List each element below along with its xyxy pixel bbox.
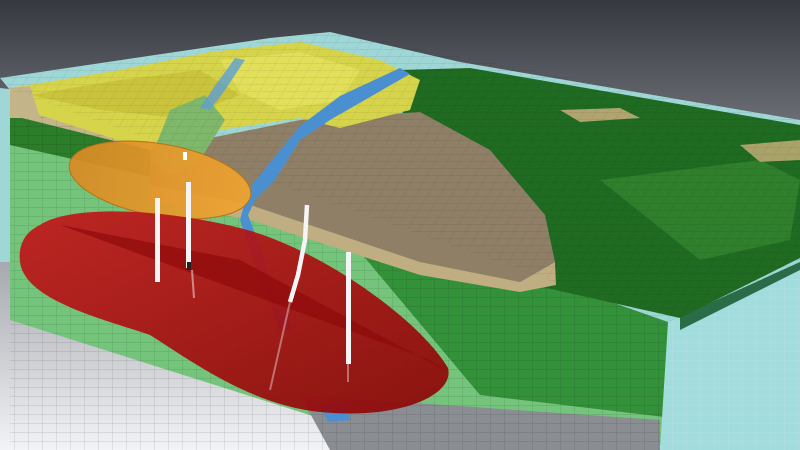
well-3 (183, 152, 187, 160)
well-1 (155, 198, 160, 282)
geological-3d-viewport[interactable] (0, 0, 800, 450)
geological-block-model (0, 0, 800, 450)
well-5 (346, 252, 351, 364)
well-2 (186, 182, 191, 268)
